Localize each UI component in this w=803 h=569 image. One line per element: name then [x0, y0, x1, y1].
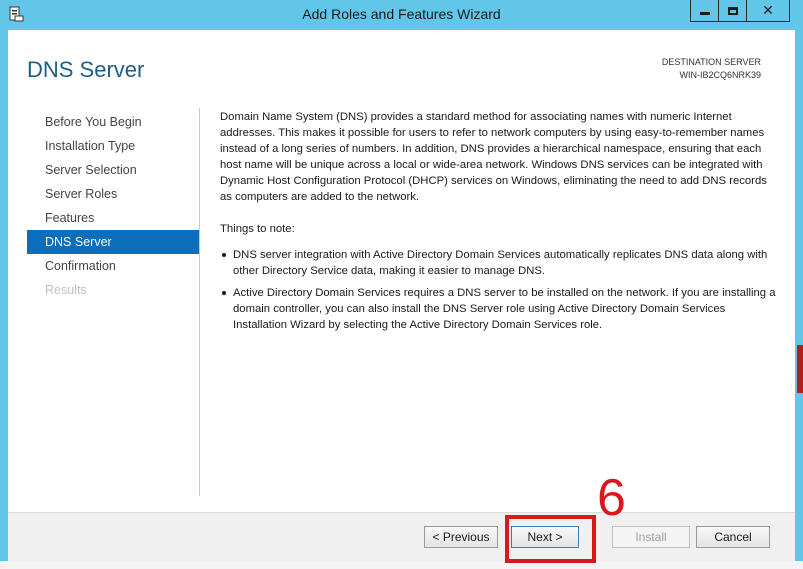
- maximize-button[interactable]: [718, 0, 746, 22]
- destination-label: DESTINATION SERVER: [661, 57, 761, 67]
- maximize-icon: [727, 6, 738, 15]
- taskbar-edge: [0, 561, 803, 569]
- page-title: DNS Server: [27, 57, 145, 82]
- nav-item-before-you-begin[interactable]: Before You Begin: [27, 110, 199, 134]
- bullet-icon: [222, 253, 226, 257]
- previous-button[interactable]: < Previous: [424, 526, 498, 548]
- destination-server-name: WIN-IB2CQ6NRK39: [679, 70, 761, 80]
- minimize-icon: [699, 12, 710, 15]
- cancel-button[interactable]: Cancel: [696, 526, 770, 548]
- annotation-highlight-box: [505, 515, 596, 563]
- list-item: Active Directory Domain Services require…: [220, 285, 780, 333]
- wizard-window: Add Roles and Features Wizard ✕ DNS Serv…: [0, 0, 803, 569]
- wizard-client-area: DNS Server DESTINATION SERVER WIN-IB2CQ6…: [8, 30, 795, 562]
- nav-item-server-selection[interactable]: Server Selection: [27, 158, 199, 182]
- nav-item-dns-server[interactable]: DNS Server: [27, 230, 199, 254]
- note-text: Active Directory Domain Services require…: [233, 287, 776, 331]
- notes-list: DNS server integration with Active Direc…: [220, 247, 780, 333]
- nav-item-results: Results: [45, 283, 87, 297]
- nav-item-installation-type[interactable]: Installation Type: [27, 134, 199, 158]
- background-window-edge: [797, 345, 803, 393]
- nav-item-server-roles[interactable]: Server Roles: [27, 182, 199, 206]
- nav-item-confirmation[interactable]: Confirmation: [27, 254, 199, 278]
- annotation-step-number: 6: [597, 469, 626, 527]
- install-button: Install: [612, 526, 690, 548]
- window-title: Add Roles and Features Wizard: [302, 6, 501, 22]
- notes-heading: Things to note:: [220, 223, 295, 235]
- list-item: DNS server integration with Active Direc…: [220, 247, 780, 279]
- nav-divider: [199, 108, 200, 496]
- wizard-footer: < Previous Next > Install Cancel: [8, 512, 795, 562]
- minimize-button[interactable]: [690, 0, 718, 22]
- wizard-nav: Before You Begin Installation Type Serve…: [27, 110, 199, 302]
- nav-item-features[interactable]: Features: [27, 206, 199, 230]
- close-button[interactable]: ✕: [746, 0, 790, 22]
- bullet-icon: [222, 291, 226, 295]
- destination-server-info: DESTINATION SERVER WIN-IB2CQ6NRK39: [662, 56, 761, 82]
- title-bar[interactable]: Add Roles and Features Wizard ✕: [0, 0, 803, 30]
- close-icon: ✕: [762, 2, 774, 19]
- page-content: Domain Name System (DNS) provides a stan…: [220, 109, 780, 339]
- note-text: DNS server integration with Active Direc…: [233, 249, 768, 277]
- dns-description: Domain Name System (DNS) provides a stan…: [220, 111, 767, 203]
